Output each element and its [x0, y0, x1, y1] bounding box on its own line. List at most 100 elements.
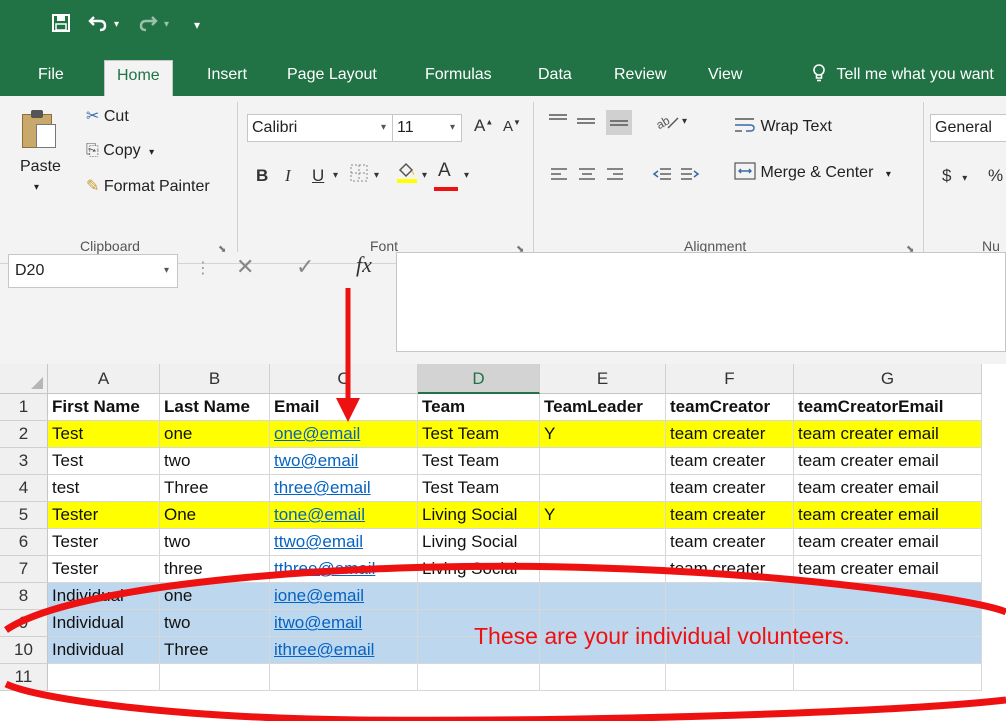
cell-g11[interactable]: [794, 664, 982, 691]
cell-b4[interactable]: Three: [160, 475, 270, 502]
cell-d6[interactable]: Living Social: [418, 529, 540, 556]
paste-icon[interactable]: [22, 108, 56, 148]
cell-e1[interactable]: TeamLeader: [540, 394, 666, 421]
merge-dropdown-icon[interactable]: ▾: [886, 169, 891, 180]
align-top-icon[interactable]: [548, 112, 568, 133]
row-header[interactable]: 11: [0, 664, 48, 691]
grow-font-icon[interactable]: A▲: [474, 116, 493, 136]
decrease-indent-icon[interactable]: [652, 166, 672, 187]
cell-f5[interactable]: team creater: [666, 502, 794, 529]
align-center-icon[interactable]: [578, 166, 596, 187]
number-format-combo[interactable]: General: [930, 114, 1006, 142]
cell-c4[interactable]: three@email: [270, 475, 418, 502]
cell-e3[interactable]: [540, 448, 666, 475]
cell-d3[interactable]: Test Team: [418, 448, 540, 475]
column-header-e[interactable]: E: [540, 364, 666, 394]
cell-c8[interactable]: ione@email: [270, 583, 418, 610]
cell-a6[interactable]: Tester: [48, 529, 160, 556]
cell-b9[interactable]: two: [160, 610, 270, 637]
cancel-icon[interactable]: ✕: [236, 254, 254, 280]
cell-a10[interactable]: Individual: [48, 637, 160, 664]
cell-f8[interactable]: [666, 583, 794, 610]
row-header[interactable]: 1: [0, 394, 48, 421]
fill-color-dropdown-icon[interactable]: ▾: [422, 170, 427, 181]
cell-a3[interactable]: Test: [48, 448, 160, 475]
cell-b8[interactable]: one: [160, 583, 270, 610]
cell-a9[interactable]: Individual: [48, 610, 160, 637]
name-box[interactable]: D20 ▾: [8, 254, 178, 288]
align-middle-icon[interactable]: [576, 112, 596, 135]
cell-d4[interactable]: Test Team: [418, 475, 540, 502]
formula-bar-grip-icon[interactable]: ⋮: [195, 258, 211, 278]
cell-c3[interactable]: two@email: [270, 448, 418, 475]
cell-b5[interactable]: One: [160, 502, 270, 529]
cell-g7[interactable]: team creater email: [794, 556, 982, 583]
cell-e2[interactable]: Y: [540, 421, 666, 448]
cell-c1[interactable]: Email: [270, 394, 418, 421]
tab-home[interactable]: Home: [104, 60, 173, 96]
tab-insert[interactable]: Insert: [195, 60, 259, 96]
tab-file[interactable]: File: [26, 60, 76, 96]
currency-dropdown-icon[interactable]: ▾: [962, 173, 967, 184]
cell-g2[interactable]: team creater email: [794, 421, 982, 448]
cell-c9[interactable]: itwo@email: [270, 610, 418, 637]
column-header-f[interactable]: F: [666, 364, 794, 394]
cell-b2[interactable]: one: [160, 421, 270, 448]
cell-d11[interactable]: [418, 664, 540, 691]
copy-dropdown-icon[interactable]: ▾: [149, 147, 154, 158]
row-header[interactable]: 10: [0, 637, 48, 664]
cell-g8[interactable]: [794, 583, 982, 610]
cell-e7[interactable]: [540, 556, 666, 583]
redo-dropdown-icon[interactable]: ▾: [164, 14, 169, 36]
align-left-icon[interactable]: [550, 166, 568, 187]
font-color-icon[interactable]: A: [438, 160, 451, 182]
cell-c2[interactable]: one@email: [270, 421, 418, 448]
cell-e8[interactable]: [540, 583, 666, 610]
copy-button[interactable]: ⎘ Copy ▾: [86, 142, 154, 160]
chevron-down-icon[interactable]: ▾: [164, 255, 169, 287]
cell-d7[interactable]: Living Social: [418, 556, 540, 583]
select-all-button[interactable]: [0, 364, 48, 394]
enter-icon[interactable]: ✓: [296, 254, 314, 280]
cell-d1[interactable]: Team: [418, 394, 540, 421]
undo-icon[interactable]: [88, 14, 108, 36]
cell-c7[interactable]: tthree@email: [270, 556, 418, 583]
tab-review[interactable]: Review: [602, 60, 678, 96]
borders-icon[interactable]: [350, 164, 368, 187]
cell-e11[interactable]: [540, 664, 666, 691]
cell-b11[interactable]: [160, 664, 270, 691]
align-bottom-icon[interactable]: [606, 110, 632, 135]
cell-c10[interactable]: ithree@email: [270, 637, 418, 664]
font-name-combo[interactable]: Calibri ▾: [247, 114, 393, 142]
font-color-dropdown-icon[interactable]: ▾: [464, 170, 469, 181]
cut-button[interactable]: ✂ Cut: [86, 106, 129, 126]
tab-formulas[interactable]: Formulas: [413, 60, 504, 96]
row-header[interactable]: 2: [0, 421, 48, 448]
column-header-d[interactable]: D: [418, 364, 540, 394]
cell-f1[interactable]: teamCreator: [666, 394, 794, 421]
cell-e5[interactable]: Y: [540, 502, 666, 529]
bold-button[interactable]: B: [256, 166, 268, 186]
cell-f7[interactable]: team creater: [666, 556, 794, 583]
underline-dropdown-icon[interactable]: ▾: [333, 170, 338, 181]
cell-e4[interactable]: [540, 475, 666, 502]
redo-icon[interactable]: [138, 14, 158, 36]
cell-a8[interactable]: Individual: [48, 583, 160, 610]
cell-a7[interactable]: Tester: [48, 556, 160, 583]
customize-icon[interactable]: ▾: [194, 14, 200, 36]
insert-function-icon[interactable]: fx: [356, 252, 372, 278]
align-right-icon[interactable]: [606, 166, 624, 187]
cell-c6[interactable]: ttwo@email: [270, 529, 418, 556]
fill-color-icon[interactable]: [396, 160, 418, 189]
row-header[interactable]: 8: [0, 583, 48, 610]
orientation-icon[interactable]: ab: [654, 112, 680, 135]
increase-indent-icon[interactable]: [680, 166, 700, 187]
cell-g3[interactable]: team creater email: [794, 448, 982, 475]
cell-b10[interactable]: Three: [160, 637, 270, 664]
cell-f4[interactable]: team creater: [666, 475, 794, 502]
column-header-g[interactable]: G: [794, 364, 982, 394]
tab-view[interactable]: View: [696, 60, 754, 96]
row-header[interactable]: 4: [0, 475, 48, 502]
formula-input[interactable]: [396, 252, 1006, 352]
tab-data[interactable]: Data: [526, 60, 584, 96]
